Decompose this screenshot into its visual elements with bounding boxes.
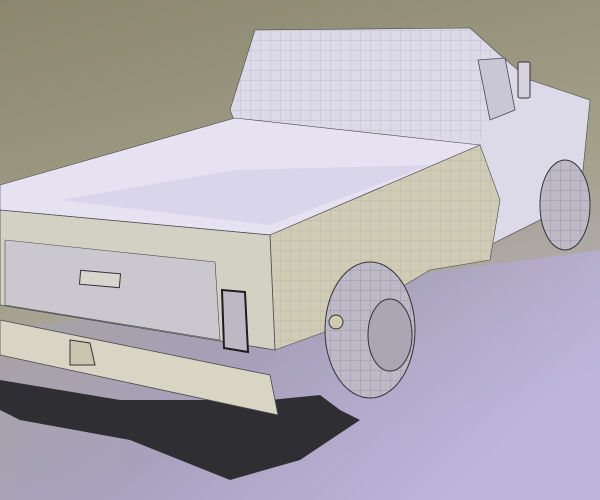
truck-render (0, 0, 600, 500)
rear-hub (367, 298, 413, 372)
side-marker-light (328, 314, 344, 330)
tailgate-handle (78, 269, 122, 289)
front-tire-mesh (540, 160, 590, 250)
tail-light (220, 288, 250, 354)
side-mirror (517, 61, 531, 99)
